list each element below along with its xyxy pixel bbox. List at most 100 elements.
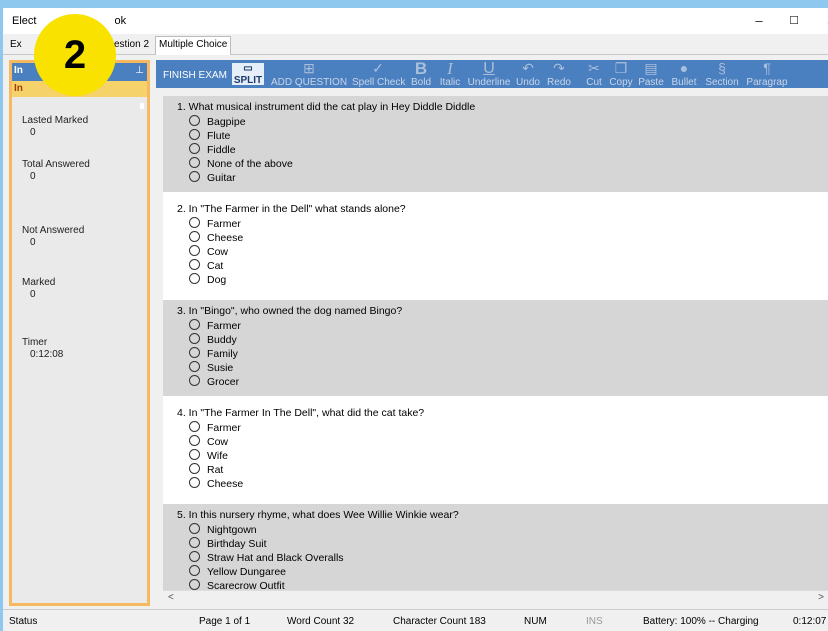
answer-option[interactable]: Bagpipe [189,115,246,128]
redo-label: Redo [547,77,571,88]
question-text: 4. In "The Farmer In The Dell", what did… [177,407,425,419]
exam-info-panel: In ⊥ In Lasted Marked 0 Total Answered 0… [9,60,150,606]
undo-button[interactable]: ↶ Undo [513,60,543,88]
tab-exam[interactable]: Ex [7,37,25,53]
bold-label: Bold [410,77,431,88]
radio-icon[interactable] [189,245,200,256]
pin-icon[interactable]: ⊥ [135,65,144,76]
clipboard-icon: ▤ [644,60,658,76]
radio-icon[interactable] [189,421,200,432]
minimize-button[interactable]: – [749,12,769,30]
radio-icon[interactable] [189,319,200,330]
answer-option[interactable]: Cow [189,435,228,448]
stat-value-lasted-marked: 0 [30,127,36,138]
redo-button[interactable]: ↷ Redo [544,60,574,88]
section-button[interactable]: § Section [702,60,742,88]
cut-button[interactable]: ✂ Cut [582,60,606,88]
radio-icon[interactable] [189,579,200,590]
title-bar: Electok – ☐ X [3,8,828,34]
answer-option[interactable]: Rat [189,463,223,476]
question-text: 5. In this nursery rhyme, what does Wee … [177,509,459,521]
answer-option[interactable]: Family [189,347,238,360]
word-count: Word Count 32 [287,616,355,627]
answer-option[interactable]: Susie [189,361,233,374]
radio-icon[interactable] [189,537,200,548]
radio-icon[interactable] [189,273,200,284]
radio-icon[interactable] [189,463,200,474]
answer-option[interactable]: Farmer [189,421,241,434]
question-block: 1. What musical instrument did the cat p… [163,96,828,192]
horizontal-scrollbar[interactable]: < > [163,590,828,605]
answer-option[interactable]: Dog [189,273,226,286]
finish-exam-button[interactable]: FINISH EXAM [163,70,227,81]
answer-option[interactable]: Scarecrow Outfit [189,579,285,590]
italic-icon: I [447,59,453,78]
italic-button[interactable]: I Italic [435,60,465,88]
answer-option[interactable]: Cat [189,259,223,272]
app-window: Electok – ☐ X Ex estion 2 Multiple Choic… [3,8,828,631]
radio-icon[interactable] [189,333,200,344]
answer-option[interactable]: Cheese [189,231,243,244]
radio-icon[interactable] [189,129,200,140]
radio-icon[interactable] [189,361,200,372]
tab-question-2[interactable]: estion 2 [111,37,152,53]
question-block: 3. In "Bingo", who owned the dog named B… [163,300,828,396]
radio-icon[interactable] [189,551,200,562]
stat-label-total-answered: Total Answered [22,159,90,170]
answer-option[interactable]: Birthday Suit [189,537,267,550]
answer-option[interactable]: Farmer [189,217,241,230]
copy-button[interactable]: ❐ Copy [607,60,635,88]
radio-icon[interactable] [189,375,200,386]
option-label: Family [207,348,238,360]
answer-option[interactable]: Wife [189,449,228,462]
split-button[interactable]: ▭ SPLIT [232,63,264,86]
answer-option[interactable]: Buddy [189,333,237,346]
scroll-right-icon[interactable]: > [818,592,824,603]
copy-label: Copy [609,77,633,88]
answer-option[interactable]: None of the above [189,157,293,170]
maximize-button[interactable]: ☐ [784,12,804,30]
paste-button[interactable]: ▤ Paste [636,60,666,88]
close-button[interactable]: X [821,12,828,30]
answer-option[interactable]: Nightgown [189,523,257,536]
radio-icon[interactable] [189,231,200,242]
section-icon: § [718,60,726,76]
answer-option[interactable]: Straw Hat and Black Overalls [189,551,344,564]
option-label: Grocer [207,376,240,388]
add-question-icon: ⊞ [303,60,315,76]
panel-splitter-handle[interactable] [140,103,144,109]
radio-icon[interactable] [189,115,200,126]
answer-option[interactable]: Grocer [189,375,239,388]
radio-icon[interactable] [189,171,200,182]
answer-option[interactable]: Flute [189,129,230,142]
option-label: Scarecrow Outfit [207,580,285,590]
radio-icon[interactable] [189,217,200,228]
underline-button[interactable]: U Underline [466,60,512,88]
bold-button[interactable]: B Bold [408,60,434,88]
spell-check-button[interactable]: ✓ Spell Check [352,60,405,88]
status-bar: Status Page 1 of 1 Word Count 32 Charact… [3,609,828,631]
split-icon: ▭ [243,63,253,74]
radio-icon[interactable] [189,347,200,358]
answer-option[interactable]: Cow [189,245,228,258]
radio-icon[interactable] [189,477,200,488]
stat-value-total-answered: 0 [30,171,36,182]
add-question-button[interactable]: ⊞ ADD QUESTION [268,60,350,88]
stat-label-not-answered: Not Answered [22,225,85,236]
tab-multiple-choice[interactable]: Multiple Choice [155,36,232,55]
scroll-left-icon[interactable]: < [168,592,174,603]
radio-icon[interactable] [189,449,200,460]
bullet-button[interactable]: ● Bullet [667,60,701,88]
radio-icon[interactable] [189,435,200,446]
answer-option[interactable]: Farmer [189,319,241,332]
answer-option[interactable]: Guitar [189,171,236,184]
paragraph-button[interactable]: ¶ Paragrap [744,60,790,88]
answer-option[interactable]: Cheese [189,477,243,490]
answer-option[interactable]: Yellow Dungaree [189,565,286,578]
radio-icon[interactable] [189,143,200,154]
radio-icon[interactable] [189,259,200,270]
radio-icon[interactable] [189,157,200,168]
answer-option[interactable]: Fiddle [189,143,236,156]
radio-icon[interactable] [189,565,200,576]
radio-icon[interactable] [189,523,200,534]
